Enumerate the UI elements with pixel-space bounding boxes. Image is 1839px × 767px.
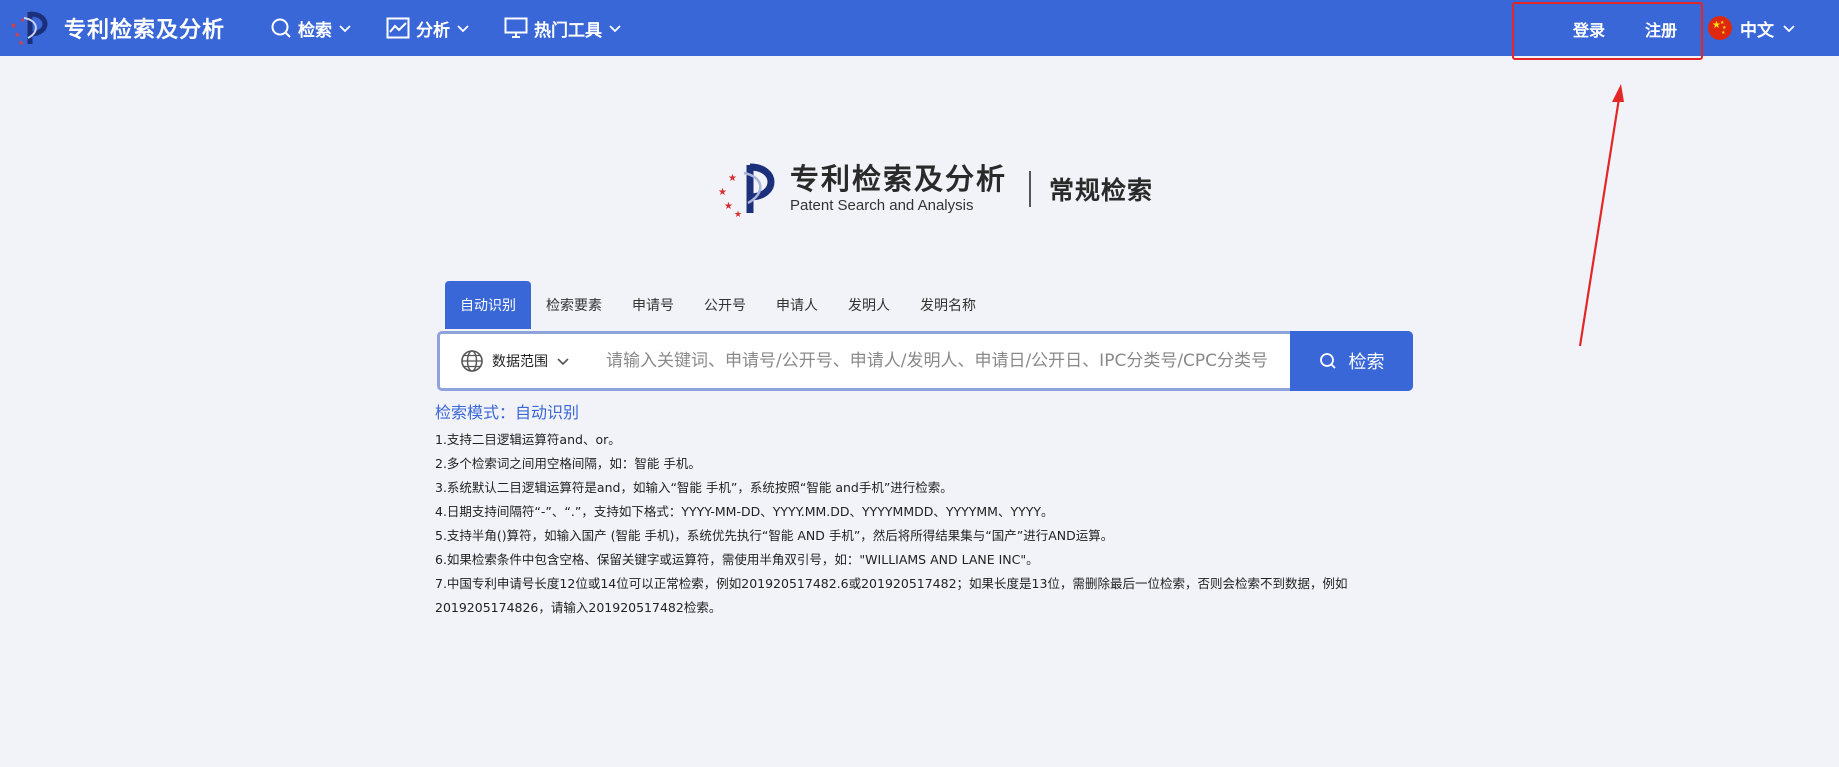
- search-help-list: 1.支持二目逻辑运算符and、or。 2.多个检索词之间用空格间隔，如：智能 手…: [435, 428, 1415, 620]
- tab-inventor[interactable]: 发明人: [833, 281, 905, 329]
- main-nav: 检索 分析 热门工具: [270, 0, 656, 56]
- search-type-tabs: 自动识别 检索要素 申请号 公开号 申请人 发明人 发明名称: [445, 281, 991, 329]
- nav-search-label: 检索: [298, 20, 332, 41]
- nav-tools-label: 热门工具: [534, 20, 602, 41]
- svg-text:★: ★: [20, 17, 25, 24]
- chevron-down-icon: [457, 25, 469, 33]
- svg-text:★: ★: [18, 39, 24, 47]
- hero-title-cn: 专利检索及分析: [790, 162, 1008, 196]
- annotation-arrow-icon: [1578, 84, 1624, 347]
- svg-text:★: ★: [734, 210, 742, 219]
- tab-publication-number[interactable]: 公开号: [689, 281, 761, 329]
- globe-icon: [461, 350, 483, 372]
- svg-text:★: ★: [724, 201, 733, 212]
- data-scope-label: 数据范围: [492, 354, 548, 370]
- nav-analysis[interactable]: 分析: [386, 16, 470, 41]
- annotation-highlight-box: [1512, 2, 1703, 60]
- chevron-down-icon: [339, 25, 351, 33]
- search-mode-title: 常规检索: [1049, 176, 1154, 205]
- help-item: 5.支持半角()算符，如输入国产 (智能 手机)，系统优先执行“智能 AND 手…: [435, 528, 1114, 543]
- svg-text:★: ★: [718, 187, 727, 198]
- chevron-down-icon: [1783, 25, 1795, 33]
- svg-text:★: ★: [10, 21, 17, 30]
- hero-title-en: Patent Search and Analysis: [790, 197, 974, 214]
- svg-text:★: ★: [14, 31, 20, 39]
- help-item: 4.日期支持间隔符“-”、“.”，支持如下格式：YYYY-MM-DD、YYYY.…: [435, 504, 1054, 519]
- chevron-down-icon: [557, 358, 569, 366]
- nav-search[interactable]: 检索: [270, 16, 352, 41]
- language-label: 中文: [1740, 20, 1774, 41]
- search-mode-indicator: 检索模式：自动识别: [435, 403, 580, 422]
- china-flag-icon: ★ ★ ★ ★: [1708, 16, 1732, 40]
- monitor-icon: [504, 17, 528, 38]
- language-selector[interactable]: ★ ★ ★ ★ 中文: [1708, 12, 1796, 44]
- search-icon: [1319, 353, 1336, 369]
- help-item: 1.支持二目逻辑运算符and、or。: [435, 432, 621, 447]
- hero-header: ★ ★ ★ ★ 专利检索及分析 Patent Search and Analys…: [714, 158, 1153, 220]
- help-item: 7.中国专利申请号长度12位或14位可以正常检索，例如201920517482.…: [435, 576, 1348, 615]
- data-scope-dropdown[interactable]: 数据范围: [440, 334, 592, 388]
- brand[interactable]: ★ ★ ★ ★ 专利检索及分析: [8, 8, 225, 48]
- help-item: 6.如果检索条件中包含空格、保留关键字或运算符，需使用半角双引号，如："WILL…: [435, 552, 1039, 567]
- chevron-down-icon: [609, 25, 621, 33]
- tab-application-number[interactable]: 申请号: [617, 281, 689, 329]
- tab-applicant[interactable]: 申请人: [761, 281, 833, 329]
- search-input[interactable]: [592, 334, 1290, 388]
- hero-divider: [1029, 171, 1032, 207]
- svg-text:★: ★: [728, 173, 737, 184]
- search-bar: 数据范围 检索: [437, 331, 1413, 391]
- chart-icon: [386, 17, 410, 39]
- nav-analysis-label: 分析: [416, 20, 450, 41]
- tab-search-elements[interactable]: 检索要素: [531, 281, 617, 329]
- patent-logo-icon: ★ ★ ★ ★: [10, 11, 48, 47]
- help-item: 2.多个检索词之间用空格间隔，如：智能 手机。: [435, 456, 701, 471]
- search-button-label: 检索: [1348, 352, 1385, 373]
- tab-auto-recognize[interactable]: 自动识别: [445, 281, 531, 329]
- tab-invention-title[interactable]: 发明名称: [905, 281, 991, 329]
- search-button[interactable]: 检索: [1290, 331, 1413, 391]
- nav-tools[interactable]: 热门工具: [504, 16, 622, 41]
- patent-logo-icon: ★ ★ ★ ★: [718, 163, 775, 219]
- brand-title: 专利检索及分析: [64, 18, 226, 43]
- search-icon: [271, 18, 291, 38]
- help-item: 3.系统默认二目逻辑运算符是and，如输入“智能 手机”，系统按照“智能 and…: [435, 480, 953, 495]
